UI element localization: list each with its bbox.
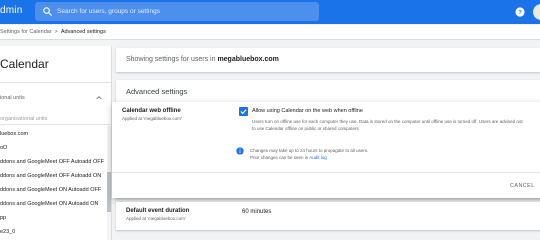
org-unit-item[interactable]: pp	[0, 215, 6, 221]
breadcrumb-parent-link[interactable]: Settings for Calendar	[0, 29, 52, 35]
scope-prefix: Showing settings for users in	[126, 56, 218, 63]
panel-title: Calendar	[0, 57, 49, 71]
svg-text:?: ?	[518, 10, 522, 16]
audit-line: Prior changes can be seen in Audit log	[250, 154, 450, 161]
scrollbar-thumb[interactable]	[107, 172, 111, 212]
setting-name: Calendar web offline	[122, 108, 181, 114]
cancel-button[interactable]: CANCEL	[510, 180, 540, 192]
org-unit-item[interactable]: oO	[0, 145, 7, 151]
org-unit-search-hint[interactable]: organisational units	[0, 116, 47, 122]
setting-value: 60 minutes	[242, 209, 272, 215]
offline-setting-panel: Calendar web offline Applied at 'megablu…	[112, 102, 540, 198]
scope-text: Showing settings for users in megabluebo…	[126, 56, 279, 63]
org-unit-item[interactable]: ddons and GoogleMeet OFF Autoadd ON	[0, 173, 101, 179]
org-unit-panel: Calendar ional units organisational unit…	[0, 46, 112, 240]
audit-log-link[interactable]: Audit log	[309, 155, 327, 160]
org-unit-item[interactable]: ddons and GoogleMeet ON Autoadd ON	[0, 201, 98, 207]
breadcrumb: Settings for Calendar > Advanced settings	[0, 25, 540, 40]
top-app-bar: dmin ?	[0, 0, 540, 24]
scope-domain: megabluebox.com	[217, 56, 279, 63]
search-icon	[43, 7, 53, 17]
org-unit-item[interactable]: ddons and GoogleMeet OFF Autoadd OFF	[0, 159, 104, 165]
search-input[interactable]	[57, 3, 312, 19]
offline-checkbox[interactable]	[239, 107, 248, 116]
default-event-duration-row[interactable]: Default event duration Applied at 'megab…	[116, 202, 540, 230]
check-icon	[240, 109, 247, 115]
setting-applied-at: Applied at 'megabluebox.com'	[122, 116, 182, 121]
org-unit-item[interactable]: e23_0	[0, 229, 15, 235]
section-title: Advanced settings	[126, 87, 188, 96]
avatar[interactable]	[533, 4, 540, 20]
divider	[0, 82, 111, 83]
scope-card: Showing settings for users in megabluebo…	[116, 48, 540, 72]
divider	[0, 124, 111, 125]
checkbox-label[interactable]: Allow using Calendar on the web when off…	[252, 108, 363, 114]
breadcrumb-separator: >	[54, 29, 58, 35]
propagation-line: Changes may take up to 24 hours to propa…	[250, 148, 369, 153]
propagation-note: Changes may take up to 24 hours to propa…	[250, 147, 450, 161]
audit-prefix: Prior changes can be seen in	[250, 155, 310, 160]
help-icon[interactable]: ?	[515, 7, 525, 17]
breadcrumb-current: Advanced settings	[60, 29, 106, 35]
setting-applied-at: Applied at 'megabluebox.com'	[126, 216, 186, 221]
chevron-up-icon[interactable]	[95, 94, 103, 102]
divider	[112, 172, 540, 173]
org-units-header[interactable]: ional units	[0, 95, 25, 101]
setting-description: Users turn on offline use for each compu…	[252, 119, 523, 131]
app-name: dmin	[0, 5, 23, 16]
org-unit-item[interactable]: ddons and GoogleMeet ON Autoadd OFF	[0, 187, 101, 193]
search-box[interactable]	[35, 2, 319, 21]
org-unit-item[interactable]: luebox.com	[0, 131, 28, 137]
setting-name: Default event duration	[126, 208, 190, 214]
info-icon	[236, 147, 244, 155]
